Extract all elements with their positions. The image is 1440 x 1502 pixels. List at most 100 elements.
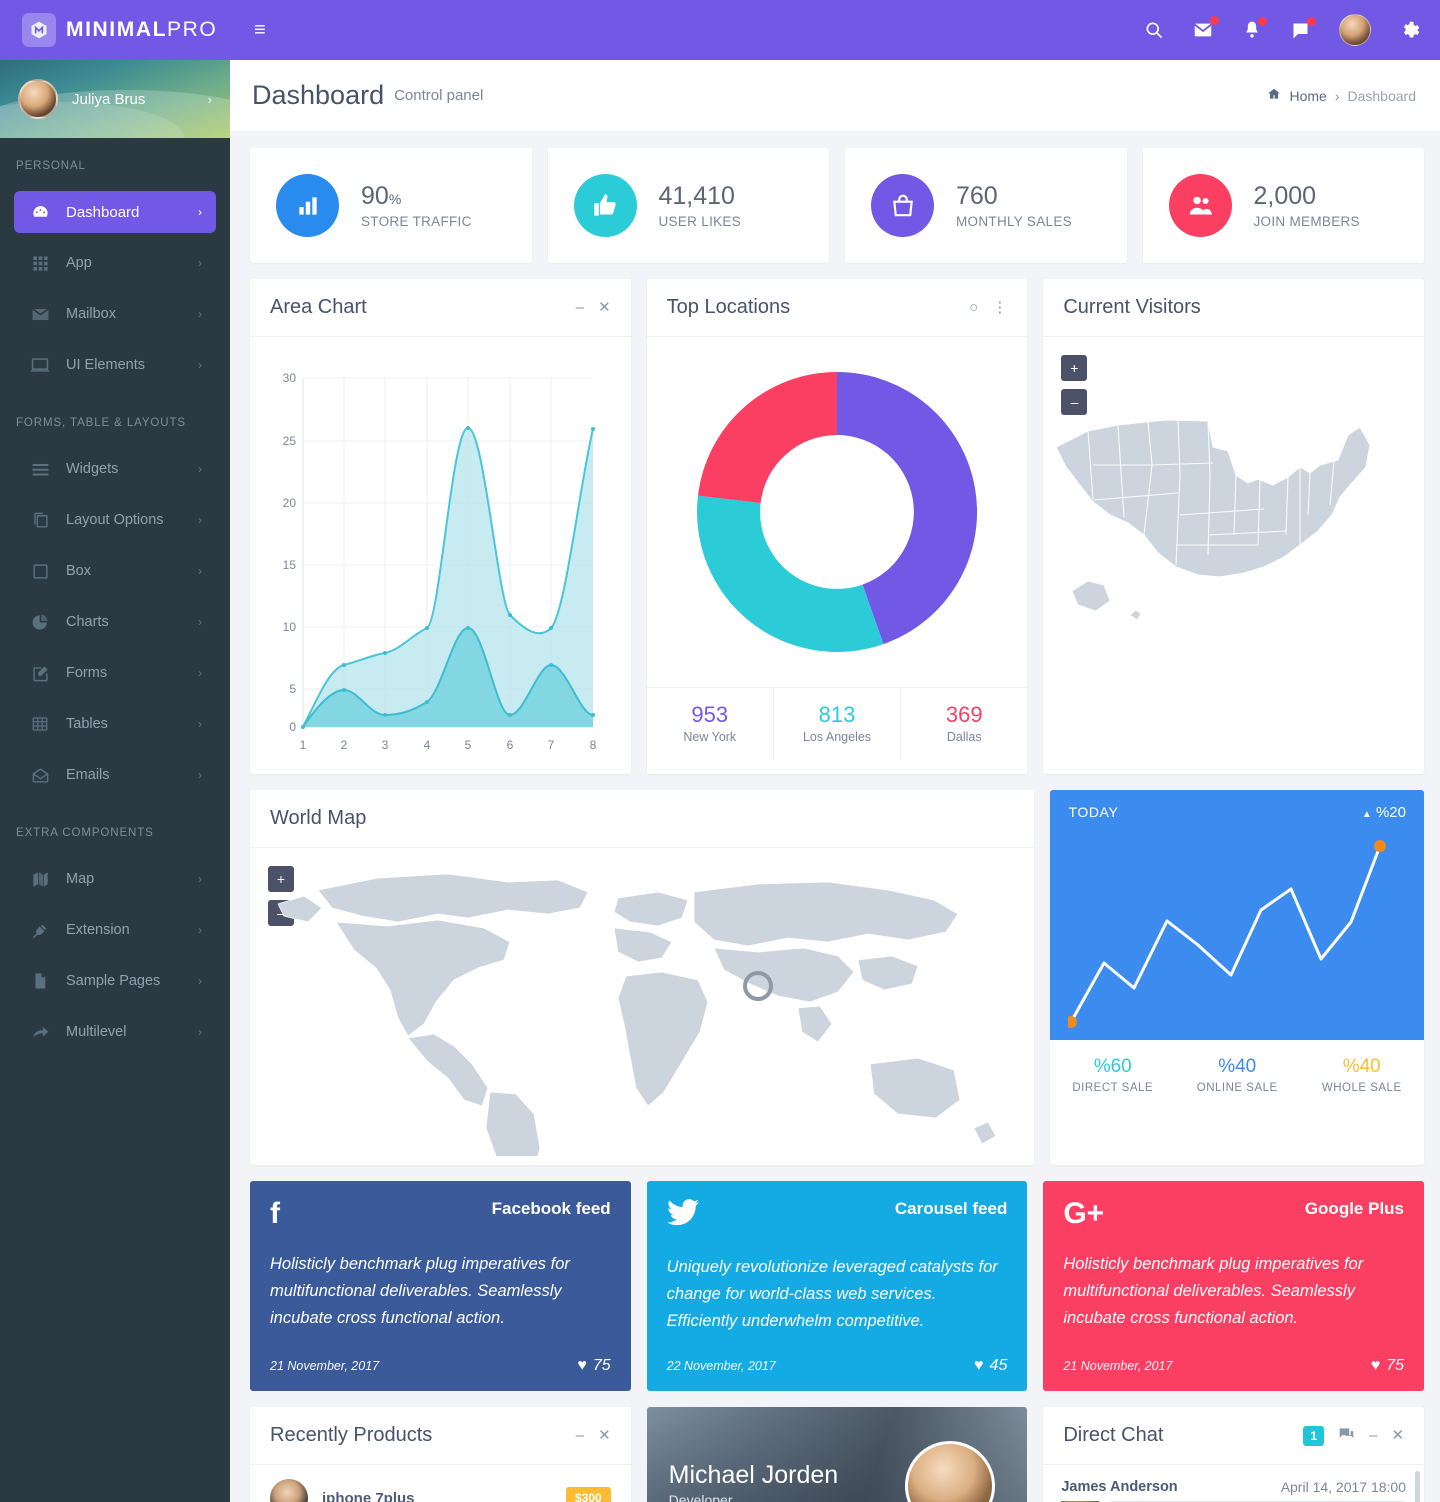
sidebar-item-widgets[interactable]: Widgets ›	[14, 448, 216, 490]
unread-badge: 1	[1303, 1425, 1325, 1446]
google-plus-card: G+ Google Plus Holisticly benchmark plug…	[1043, 1181, 1425, 1391]
top-locations-card: Top Locations ○ ⋮ 953 New York 813 Los A…	[646, 279, 1028, 774]
sidebar-item-label: Extension	[66, 922, 130, 938]
zoom-in-button[interactable]: +	[1061, 355, 1088, 381]
sidebar-item-tables[interactable]: Tables ›	[14, 703, 216, 745]
sidebar-item-ui-elements[interactable]: UI Elements ›	[14, 344, 216, 386]
chevron-right-icon: ›	[198, 205, 202, 219]
legend-value: 953	[691, 702, 729, 727]
donut-chart-plot	[647, 337, 1028, 687]
breadcrumb-current: Dashboard	[1347, 87, 1417, 104]
svg-text:2: 2	[341, 738, 348, 752]
minimize-icon[interactable]: –	[576, 1428, 584, 1443]
stat-card-store-traffic[interactable]: 90% STORE TRAFFIC	[250, 148, 532, 263]
likes-count: 75	[592, 1357, 611, 1374]
sidebar-item-mailbox[interactable]: Mailbox ›	[14, 293, 216, 335]
usa-map-area[interactable]: + –	[1043, 337, 1424, 774]
scrollbar[interactable]	[1415, 1471, 1421, 1502]
breadcrumb-separator: ›	[1334, 87, 1340, 104]
sidebar-item-label: Charts	[66, 614, 109, 630]
card-footer: 22 November, 2017 ♥ 45	[667, 1357, 1008, 1375]
sidebar-item-label: App	[66, 255, 92, 271]
sidebar-item-label: Layout Options	[66, 512, 164, 528]
chevron-right-icon: ›	[198, 872, 202, 886]
likes-counter[interactable]: ♥ 45	[974, 1357, 1007, 1375]
heart-icon: ♥	[1370, 1357, 1381, 1374]
card-header: Recently Products – ✕	[250, 1407, 631, 1465]
chevron-right-icon: ›	[207, 91, 212, 107]
sidebar-item-emails[interactable]: Emails ›	[14, 754, 216, 796]
donut-slice-dallas	[698, 372, 837, 503]
sidebar-item-layout-options[interactable]: Layout Options ›	[14, 499, 216, 541]
likes-counter[interactable]: ♥ 75	[577, 1357, 610, 1375]
sidebar-item-extension[interactable]: Extension ›	[14, 909, 216, 951]
users-icon	[1168, 174, 1232, 237]
likes-counter[interactable]: ♥ 75	[1371, 1357, 1404, 1375]
avatar[interactable]	[1339, 14, 1371, 46]
price-badge: $300	[565, 1487, 611, 1502]
sidebar-user-profile[interactable]: Juliya Brus ›	[0, 60, 230, 138]
close-icon[interactable]: ✕	[1391, 1428, 1404, 1443]
card-tools: ○ ⋮	[969, 300, 1007, 315]
feed-date: 21 November, 2017	[1063, 1359, 1173, 1373]
minimize-icon[interactable]: –	[576, 300, 584, 315]
bottom-row: Recently Products – ✕ iphone 7plus $300 …	[250, 1407, 1425, 1502]
topbar-actions	[1144, 14, 1420, 46]
today-legend: %60 DIRECT SALE %40 ONLINE SALE %40 WHOL…	[1050, 1040, 1424, 1112]
breadcrumb-home[interactable]: Home	[1289, 88, 1326, 104]
chat-icon[interactable]	[1338, 1427, 1355, 1445]
sidebar-item-charts[interactable]: Charts ›	[14, 601, 216, 643]
card-title: Recently Products	[270, 1424, 433, 1446]
gear-icon[interactable]	[1399, 20, 1420, 41]
heart-icon: ♥	[577, 1357, 587, 1374]
profile-banner-name: Michael Jorden	[668, 1461, 839, 1489]
likes-count: 75	[1386, 1357, 1405, 1374]
sidebar-item-map[interactable]: Map ›	[14, 858, 216, 900]
bell-icon[interactable]	[1242, 17, 1267, 40]
stat-card-monthly-sales[interactable]: 760 MONTHLY SALES	[845, 148, 1127, 263]
svg-text:10: 10	[283, 620, 297, 634]
legend-value: 813	[818, 702, 856, 727]
bars-icon	[28, 460, 52, 479]
menu-toggle-icon[interactable]: ≡	[254, 20, 266, 40]
stat-card-user-likes[interactable]: 41,410 USER LIKES	[547, 148, 829, 263]
bag-icon	[871, 174, 934, 237]
minimize-icon[interactable]: –	[1369, 1428, 1377, 1443]
more-vertical-icon[interactable]: ⋮	[992, 300, 1007, 315]
card-header: Area Chart – ✕	[250, 279, 631, 337]
legend-item-los-angeles: 813 Los Angeles	[772, 688, 900, 760]
chat-icon[interactable]	[1290, 16, 1316, 41]
card-header: Carousel feed	[666, 1199, 1007, 1232]
today-chart-area: TODAY ▲ %20	[1050, 790, 1424, 1040]
today-pct-value: %20	[1375, 804, 1406, 821]
sidebar-item-label: Emails	[66, 767, 110, 783]
charts-row: Area Chart – ✕ 30 25 20 15 10 5 0 1 2 3 …	[250, 279, 1425, 774]
close-icon[interactable]: ✕	[598, 300, 611, 315]
close-icon[interactable]: ✕	[598, 1428, 611, 1443]
search-icon[interactable]	[1144, 20, 1164, 40]
refresh-icon[interactable]: ○	[969, 300, 978, 315]
product-name: iphone 7plus	[322, 1489, 415, 1502]
sidebar-section-extra: EXTRA COMPONENTS	[16, 827, 154, 839]
square-icon	[28, 563, 52, 580]
legend-value: 369	[945, 702, 983, 727]
brand-logo-area[interactable]: MINIMALPRO	[0, 0, 230, 60]
sidebar-item-forms[interactable]: Forms ›	[14, 652, 216, 694]
plug-icon	[28, 921, 52, 940]
chevron-right-icon: ›	[198, 974, 202, 988]
sidebar-item-dashboard[interactable]: Dashboard ›	[14, 191, 216, 233]
card-title: Area Chart	[270, 296, 367, 318]
mail-icon[interactable]	[1192, 16, 1219, 41]
sidebar-item-app[interactable]: App ›	[14, 242, 216, 284]
list-item[interactable]: iphone 7plus $300	[250, 1465, 631, 1502]
sidebar-item-multilevel[interactable]: Multilevel ›	[14, 1011, 216, 1053]
sidebar-item-label: Widgets	[66, 461, 119, 477]
stat-card-join-members[interactable]: 2,000 JOIN MEMBERS	[1142, 148, 1424, 263]
sidebar-item-box[interactable]: Box ›	[14, 550, 216, 592]
likes-count: 45	[989, 1357, 1008, 1374]
svg-text:1: 1	[300, 738, 307, 752]
sidebar-item-sample-pages[interactable]: Sample Pages ›	[14, 960, 216, 1002]
feed-date: 21 November, 2017	[270, 1359, 380, 1373]
facebook-icon: f	[270, 1197, 280, 1230]
world-map-area[interactable]: + –	[250, 848, 1034, 1165]
